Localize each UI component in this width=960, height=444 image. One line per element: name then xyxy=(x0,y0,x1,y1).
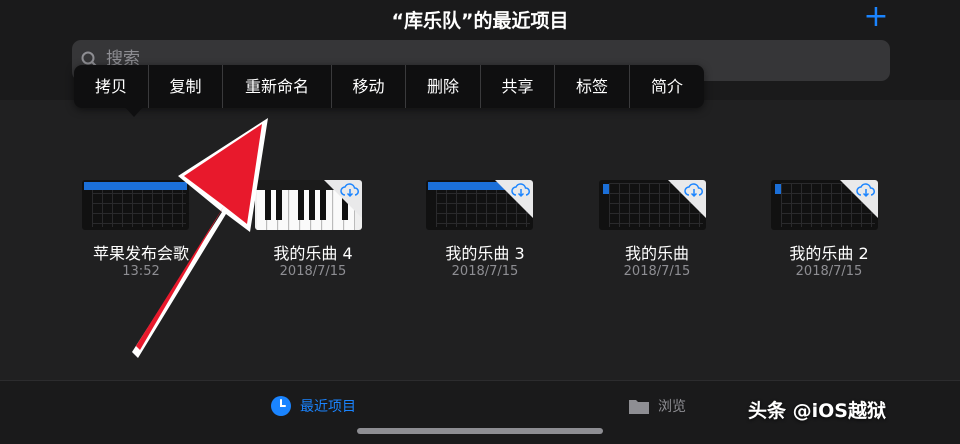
menu-item-info[interactable]: 简介 xyxy=(630,65,704,108)
project-name: 我的乐曲 2 xyxy=(789,244,869,263)
page-title: “库乐队”的最近项目 xyxy=(391,10,569,32)
menu-item-duplicate[interactable]: 复制 xyxy=(149,65,223,108)
folder-icon xyxy=(629,400,649,414)
menu-item-tags[interactable]: 标签 xyxy=(555,65,630,108)
project-thumbnail xyxy=(82,180,189,230)
project-date: 2018/7/15 xyxy=(279,264,347,279)
project-card[interactable]: 我的乐曲 2018/7/15 xyxy=(572,180,742,280)
plus-icon: + xyxy=(863,0,889,34)
menu-item-delete[interactable]: 删除 xyxy=(406,65,481,108)
menu-item-rename[interactable]: 重新命名 xyxy=(223,65,332,108)
tab-recent-label: 最近项目 xyxy=(300,399,356,415)
tab-recent[interactable]: 最近项目 xyxy=(270,391,356,421)
watermark: 头条 @iOS越狱 xyxy=(748,400,886,422)
project-thumbnail xyxy=(255,180,362,230)
cloud-download-icon xyxy=(856,183,875,198)
clock-icon xyxy=(271,396,291,416)
project-thumbnail xyxy=(599,180,706,230)
project-card[interactable]: 我的乐曲 3 2018/7/15 xyxy=(400,180,570,280)
project-thumbnail xyxy=(426,180,533,230)
project-date: 2018/7/15 xyxy=(451,264,519,279)
home-indicator[interactable] xyxy=(357,428,603,434)
project-date: 2018/7/15 xyxy=(795,264,863,279)
menu-item-copy[interactable]: 拷贝 xyxy=(74,65,149,108)
project-card[interactable]: 我的乐曲 4 2018/7/15 xyxy=(228,180,398,280)
menu-item-move[interactable]: 移动 xyxy=(332,65,406,108)
cloud-download-icon xyxy=(511,183,530,198)
tab-browse-label: 浏览 xyxy=(658,399,686,415)
project-name: 我的乐曲 4 xyxy=(273,244,353,263)
project-name: 苹果发布会歌 xyxy=(92,244,189,263)
project-name: 我的乐曲 xyxy=(624,244,689,263)
add-project-button[interactable]: + xyxy=(862,2,890,34)
cloud-download-icon xyxy=(340,183,359,198)
menu-pointer xyxy=(125,107,143,117)
project-date: 2018/7/15 xyxy=(623,264,691,279)
project-name: 我的乐曲 3 xyxy=(445,244,525,263)
project-time: 13:52 xyxy=(122,264,160,279)
project-card[interactable]: 我的乐曲 2 2018/7/15 xyxy=(744,180,914,280)
context-menu: 拷贝 复制 重新命名 移动 删除 共享 标签 简介 xyxy=(74,65,704,108)
menu-item-share[interactable]: 共享 xyxy=(481,65,555,108)
cloud-download-icon xyxy=(684,183,703,198)
project-thumbnail xyxy=(771,180,878,230)
tab-browse[interactable]: 浏览 xyxy=(628,391,686,421)
project-card[interactable]: 苹果发布会歌 13:52 xyxy=(56,180,226,280)
